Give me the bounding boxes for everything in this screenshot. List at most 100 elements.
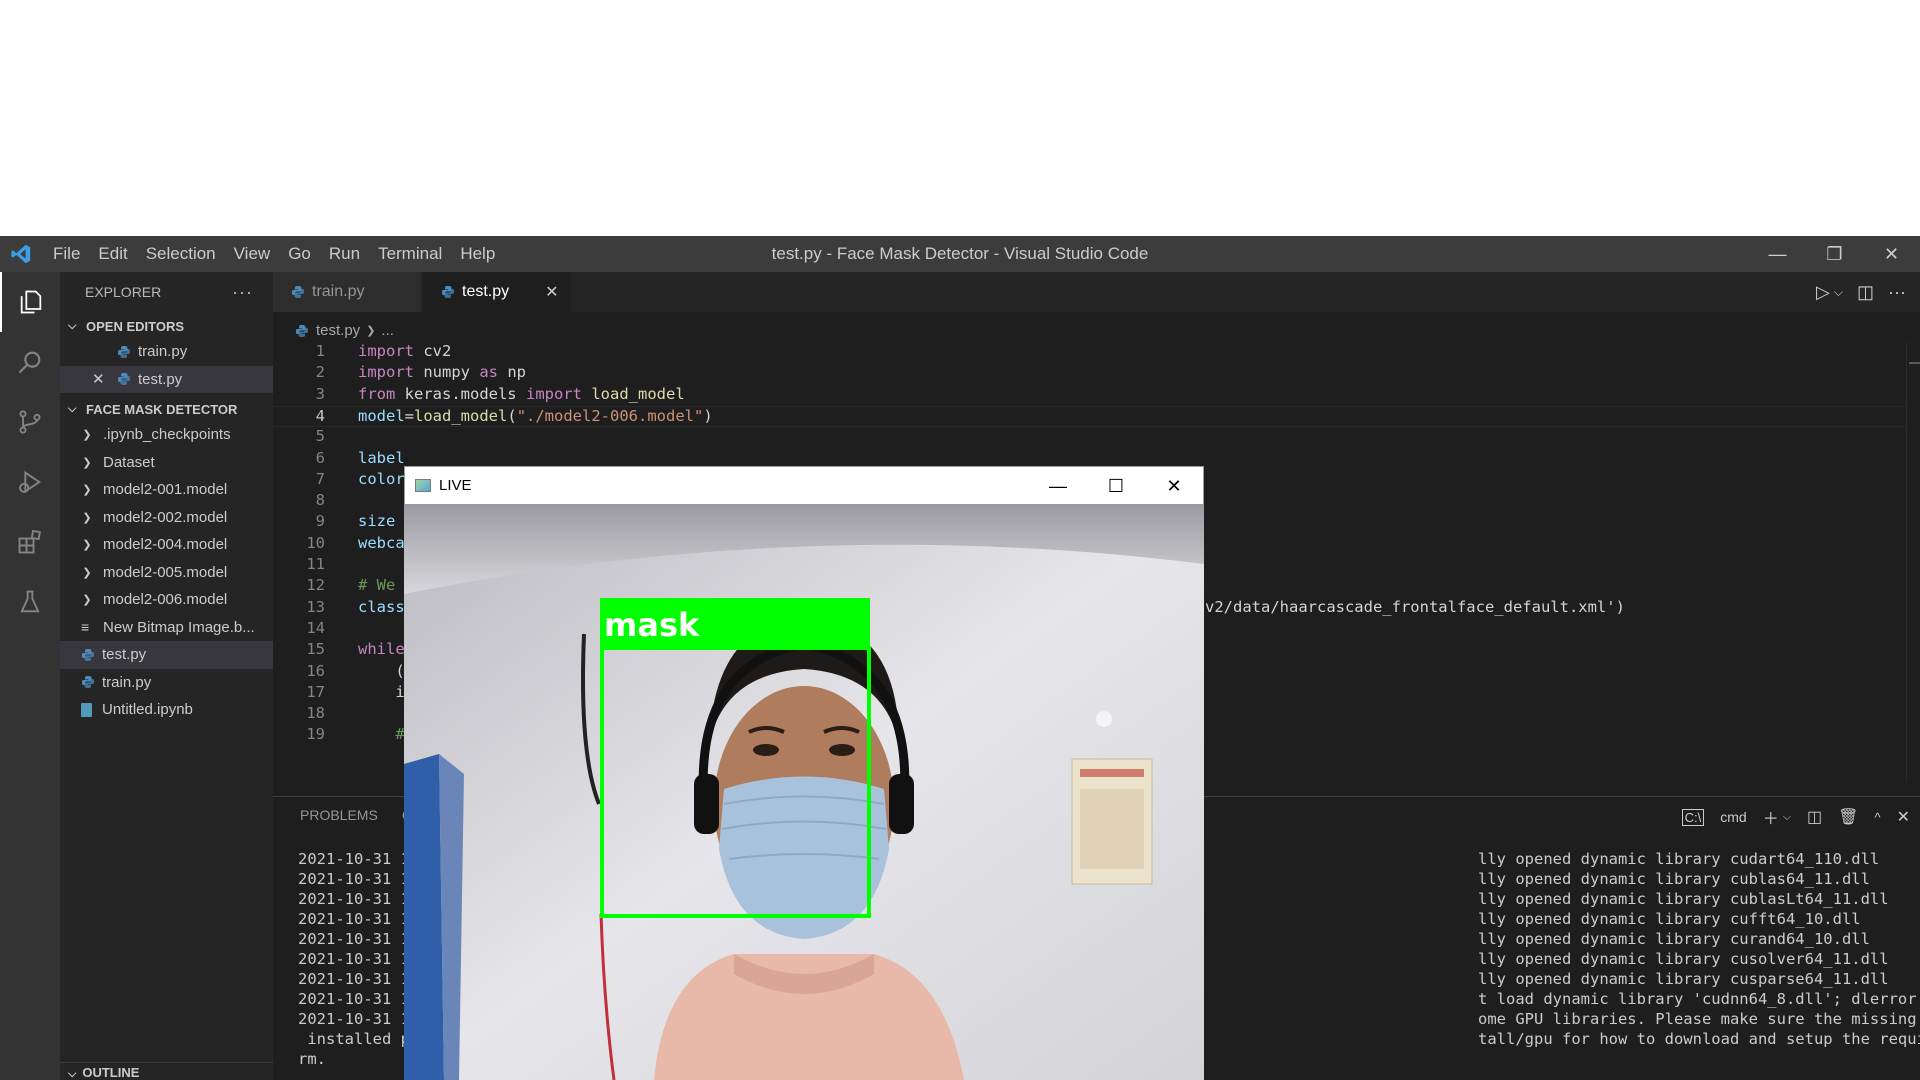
file-item[interactable]: train.py (60, 669, 273, 697)
line-number: 16 (306, 661, 325, 680)
file-item[interactable]: test.py (60, 641, 273, 669)
project-section[interactable]: ⌵ FACE MASK DETECTOR (60, 397, 273, 421)
terminal-line: 2021-10-31 1 (298, 1010, 410, 1028)
minimize-button[interactable]: — (1029, 467, 1087, 505)
search-icon[interactable] (0, 332, 60, 392)
python-file-icon (82, 676, 94, 689)
maximize-button[interactable]: ☐ (1087, 467, 1145, 505)
line-number: 17 (306, 682, 325, 701)
tab-test[interactable]: test.py ✕ (423, 272, 571, 312)
chevron-up-icon[interactable]: ^ (1874, 810, 1880, 825)
chevron-down-icon[interactable]: ⌵ (1834, 285, 1843, 300)
menu-edit[interactable]: Edit (89, 236, 136, 272)
menu-run[interactable]: Run (320, 236, 369, 272)
close-editor-icon[interactable]: ✕ (92, 370, 110, 388)
tab-label: test.py (462, 283, 510, 300)
source-control-icon[interactable] (0, 392, 60, 452)
code-line[interactable]: 3 from keras.models import load_model (273, 385, 1920, 406)
close-button[interactable]: ✕ (1145, 467, 1203, 505)
restore-button[interactable]: ❐ (1806, 236, 1863, 272)
menu-view[interactable]: View (225, 236, 280, 272)
file-item[interactable]: ≡ New Bitmap Image.b... (60, 614, 273, 642)
code-text: class (358, 597, 405, 616)
line-number: 2 (315, 363, 325, 382)
file-lines-icon: ≡ (81, 619, 90, 636)
terminal-line: 2021-10-31 1 (298, 870, 410, 888)
file-item[interactable]: Untitled.ipynb (60, 696, 273, 724)
split-editor-icon[interactable]: ◫ (1857, 282, 1874, 303)
code-text: color (358, 469, 405, 488)
live-title: LIVE (439, 477, 472, 494)
open-editors-label: OPEN EDITORS (86, 318, 185, 334)
open-editor-item-test[interactable]: ✕ test.py (60, 365, 273, 393)
terminal-line: rm. (298, 1050, 326, 1068)
code-line[interactable]: 2 import numpy as np (273, 363, 1920, 384)
explorer-icon[interactable] (0, 272, 60, 332)
chevron-down-icon[interactable]: ⌵ (1783, 811, 1791, 824)
close-tab-icon[interactable]: ✕ (545, 282, 558, 302)
trash-icon[interactable]: 🗑 (1838, 807, 1858, 827)
folder-name: model2-005.model (103, 563, 228, 581)
terminal-line: t load dynamic library 'cudnn64_8.dll'; … (1478, 990, 1920, 1008)
open-editor-item-train[interactable]: train.py (60, 338, 273, 366)
code-line[interactable]: 1 import cv2 (273, 342, 1920, 363)
add-terminal-icon[interactable]: ＋ (1763, 805, 1779, 829)
folder-item[interactable]: ❯ model2-001.model (60, 476, 273, 504)
terminal-line: 2021-10-31 1 (298, 970, 410, 988)
minimize-button[interactable]: — (1749, 236, 1806, 272)
terminal-line: 2021-10-31 1 (298, 890, 410, 908)
folder-item[interactable]: ❯ model2-002.model (60, 504, 273, 532)
open-editors-section[interactable]: ⌵ OPEN EDITORS (60, 314, 273, 338)
tab-problems[interactable]: PROBLEMS (300, 807, 378, 823)
breadcrumb-file[interactable]: test.py (316, 322, 360, 339)
vscode-logo-icon (11, 244, 31, 264)
split-terminal-icon[interactable]: ◫ (1807, 807, 1822, 827)
editor-tab-bar: train.py test.py ✕ ▷ ⌵ ◫ ··· (273, 272, 1920, 312)
terminal-name[interactable]: cmd (1720, 809, 1746, 825)
close-panel-icon[interactable]: ✕ (1897, 807, 1910, 827)
code-line[interactable]: 5 (273, 427, 1920, 448)
terminal-line: 2021-10-31 1 (298, 950, 410, 968)
folder-item[interactable]: ❯ model2-004.model (60, 531, 273, 559)
menu-file[interactable]: File (44, 236, 89, 272)
outline-section[interactable]: ⌵ OUTLINE (60, 1062, 273, 1080)
breadcrumb-symbol[interactable]: ... (381, 322, 394, 339)
tab-train[interactable]: train.py (273, 272, 421, 312)
code-line[interactable]: 4 model=load_model("./model2-006.model") (273, 405, 1920, 427)
menu-terminal[interactable]: Terminal (369, 236, 451, 272)
line-number: 18 (306, 704, 325, 723)
menu-selection[interactable]: Selection (137, 236, 225, 272)
close-button[interactable]: ✕ (1863, 236, 1920, 272)
chevron-right-icon: ❯ (82, 484, 92, 497)
terminal-output-left[interactable]: 2021-10-31 1 2021-10-31 1 2021-10-31 1 2021… (298, 849, 410, 1069)
run-icon[interactable]: ▷ (1816, 282, 1830, 303)
more-actions-icon[interactable]: ··· (1888, 282, 1906, 303)
live-window-controls: — ☐ ✕ (1029, 467, 1203, 505)
chevron-right-icon: ❯ (82, 456, 92, 469)
chevron-right-icon: ⌵ (68, 1068, 77, 1080)
activity-bar (0, 272, 60, 1080)
terminal-line: lly opened dynamic library cusparse64_11… (1478, 970, 1889, 988)
terminal-output-right[interactable]: lly opened dynamic library cudart64_110.… (1478, 849, 1920, 1049)
extensions-icon[interactable] (0, 512, 60, 572)
terminal-line: 2021-10-31 1 (298, 850, 410, 868)
terminal-line: lly opened dynamic library cublas64_11.d… (1478, 870, 1870, 888)
menu-go[interactable]: Go (279, 236, 320, 272)
folder-item[interactable]: ❯ model2-006.model (60, 586, 273, 614)
run-debug-icon[interactable] (0, 452, 60, 512)
explorer-header: EXPLORER ··· (60, 272, 273, 312)
chevron-right-icon: ❯ (82, 594, 92, 607)
menu-help[interactable]: Help (451, 236, 504, 272)
testing-icon[interactable] (0, 572, 60, 632)
folder-item[interactable]: ❯ Dataset (60, 449, 273, 477)
folder-item[interactable]: ❯ model2-005.model (60, 559, 273, 587)
more-actions-icon[interactable]: ··· (232, 282, 253, 303)
terminal-line: lly opened dynamic library cudart64_110.… (1478, 850, 1880, 868)
line-number: 11 (306, 555, 325, 573)
folder-item[interactable]: ❯ .ipynb_checkpoints (60, 421, 273, 449)
live-window: LIVE — ☐ ✕ mask (404, 466, 1204, 1080)
editor-actions: ▷ ⌵ ◫ ··· (1816, 272, 1906, 312)
code-text-tail: v2/data/haarcascade_frontalface_default.… (1205, 597, 1625, 616)
terminal-line: ome GPU libraries. Please make sure the … (1478, 1010, 1917, 1028)
editor-scrollbar[interactable] (1906, 342, 1920, 782)
